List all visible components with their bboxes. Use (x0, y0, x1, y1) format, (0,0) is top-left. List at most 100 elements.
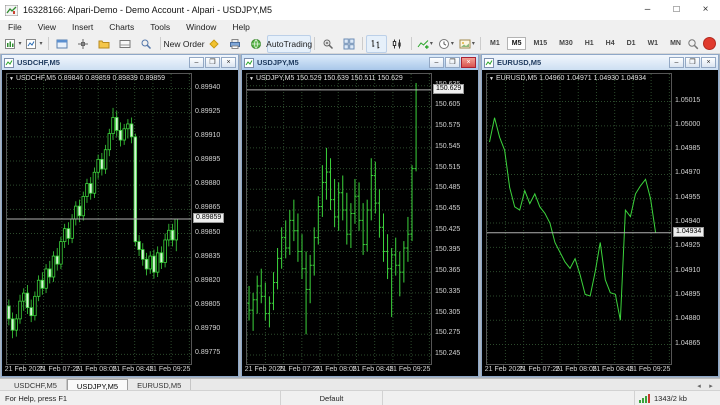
new-chart-button[interactable]: ▾ (3, 35, 24, 53)
tile-windows-button[interactable] (338, 35, 359, 53)
strategy-tester-button[interactable] (136, 35, 157, 53)
autotrading-button[interactable]: AutoTrading (266, 34, 312, 53)
close-button[interactable]: × (701, 57, 716, 68)
menu-view[interactable]: View (30, 22, 64, 32)
price-axis-label: 1.04955 (675, 193, 701, 201)
menu-window[interactable]: Window (178, 22, 224, 32)
new-order-button[interactable]: New Order (163, 35, 205, 53)
menu-charts[interactable]: Charts (101, 22, 142, 32)
toolbar-separator (48, 37, 49, 50)
minimize-button[interactable]: – (429, 57, 444, 68)
globe-icon (251, 38, 262, 49)
market-watch-button[interactable] (52, 35, 73, 53)
profiles-button[interactable]: ▾ (24, 35, 45, 53)
menu-help[interactable]: Help (224, 22, 257, 32)
price-axis-label: 150.365 (435, 267, 461, 275)
price-axis-label: 0.89805 (195, 301, 221, 308)
time-axis: 21 Feb 2025 21 Feb 07:25 21 Feb 08:05 21 Fe… (485, 366, 716, 376)
price-axis-label: 0.89865 (195, 204, 221, 212)
timeframe-mn-button[interactable]: MN (665, 37, 686, 50)
chart-window-icon (4, 57, 14, 68)
chart-window-icon (244, 57, 254, 68)
notification-badge-icon[interactable] (703, 37, 716, 50)
bar-chart-button[interactable] (365, 34, 387, 53)
main-titlebar[interactable]: 16328166: Alpari-Demo - Demo Account - A… (0, 0, 720, 21)
price-axis-label: 0.89940 (195, 83, 221, 91)
zoom-in-icon (323, 39, 333, 49)
menu-tools[interactable]: Tools (142, 22, 178, 32)
candlestick-icon (393, 39, 401, 48)
dropdown-arrow-icon[interactable]: ▼ (489, 76, 494, 82)
navigator-button[interactable] (94, 35, 115, 53)
price-axis-label: 150.605 (435, 101, 461, 109)
ohlc-text: USDCHF,M5 0.89846 0.89859 0.89839 0.8985… (15, 75, 166, 82)
chart-client: ▼ USDJPY,M5 150.529 150.639 150.511 150.6… (242, 70, 478, 376)
indicators-button[interactable]: ▾ (414, 35, 435, 53)
time-axis-label: 21 Feb 09:25 (389, 366, 431, 373)
toolbar-separator (159, 37, 161, 50)
timeframe-d1-button[interactable]: D1 (622, 37, 641, 50)
maximize-button[interactable]: ❒ (205, 57, 220, 68)
alert-diamond-icon (209, 38, 219, 49)
chart-window-titlebar[interactable]: USDCHF,M5 – ❒ × (2, 55, 238, 70)
templates-button[interactable]: ▾ (456, 35, 477, 53)
price-axis-label: 0.89850 (195, 228, 221, 236)
dropdown-arrow-icon[interactable]: ▼ (9, 76, 14, 82)
status-spacer (382, 391, 634, 405)
timeframe-m5-button[interactable]: M5 (506, 37, 527, 50)
folder-icon (98, 40, 110, 48)
status-connection: 1343/2 kb (634, 391, 720, 405)
crosshair-icon (78, 38, 89, 49)
terminal-button[interactable] (115, 35, 136, 53)
new-chart-icon (5, 38, 16, 49)
status-profile[interactable]: Default (280, 391, 382, 405)
chart-plot[interactable]: ▼ USDJPY,M5 150.529 150.639 150.511 150.6… (246, 73, 432, 365)
traffic-counter: 1343/2 kb (654, 393, 687, 403)
menu-insert[interactable]: Insert (64, 22, 101, 32)
tab-scroll-right-icon[interactable]: ▸ (706, 382, 716, 390)
chart-window-titlebar[interactable]: USDJPY,M5 – ❒ × (242, 55, 478, 70)
price-axis-label: 0.89880 (195, 180, 221, 188)
toolbar: ▾ ▾ New Order AutoTrading ▾ ▾ ▾ M1 M5 M1… (0, 34, 720, 54)
timeframe-m30-button[interactable]: M30 (554, 37, 578, 50)
chart-plot[interactable]: ▼ USDCHF,M5 0.89846 0.89859 0.89839 0.898… (6, 73, 192, 365)
timeframe-m1-button[interactable]: M1 (485, 37, 505, 50)
close-button[interactable]: × (461, 57, 476, 68)
ohlc-text: USDJPY,M5 150.529 150.639 150.511 150.62… (255, 75, 403, 82)
periods-button[interactable]: ▾ (435, 35, 456, 53)
maximize-button[interactable]: □ (662, 0, 691, 20)
timeframe-h1-button[interactable]: H1 (580, 37, 599, 50)
status-help-text: For Help, press F1 (5, 393, 68, 403)
close-button[interactable]: × (691, 0, 720, 20)
price-axis-label: 150.395 (435, 246, 461, 254)
template-frame-icon (459, 39, 471, 48)
chart-plot[interactable]: ▼ EURUSD,M5 1.04960 1.04971 1.04930 1.049… (486, 73, 672, 365)
data-window-button[interactable] (73, 35, 94, 53)
zoom-in-button[interactable] (317, 35, 338, 53)
timeframe-w1-button[interactable]: W1 (643, 37, 664, 50)
chart-window-titlebar[interactable]: EURUSD,M5 – ❒ × (482, 55, 718, 70)
alerts-button[interactable] (204, 35, 225, 53)
status-bar: For Help, press F1 Default 1343/2 kb (0, 390, 720, 405)
magnifier-icon (141, 39, 152, 49)
minimize-button[interactable]: – (633, 0, 662, 20)
maximize-button[interactable]: ❒ (445, 57, 460, 68)
price-axis-label: 150.455 (435, 205, 461, 213)
minimize-button[interactable]: – (669, 57, 684, 68)
close-button[interactable]: × (221, 57, 236, 68)
dropdown-arrow-icon[interactable]: ▼ (249, 76, 254, 82)
chart-window-usdchf: USDCHF,M5 – ❒ × ▼ USDCHF,M5 0.89846 0.89859 0… (1, 54, 239, 377)
timeframe-m15-button[interactable]: M15 (528, 37, 552, 50)
timeframe-h4-button[interactable]: H4 (601, 37, 620, 50)
maximize-button[interactable]: ❒ (685, 57, 700, 68)
candlestick-chart-button[interactable] (387, 35, 408, 53)
search-icon[interactable] (687, 38, 699, 50)
terminal-icon (119, 39, 131, 48)
minimize-button[interactable]: – (189, 57, 204, 68)
current-price-label: 0.89859 (193, 213, 225, 223)
time-axis: 21 Feb 2025 21 Feb 07:25 21 Feb 08:05 21 Fe… (5, 366, 236, 376)
print-button[interactable] (225, 35, 246, 53)
menu-file[interactable]: File (0, 22, 30, 32)
tab-scroll-left-icon[interactable]: ◂ (694, 382, 704, 390)
price-axis-label: 1.04940 (675, 218, 701, 226)
